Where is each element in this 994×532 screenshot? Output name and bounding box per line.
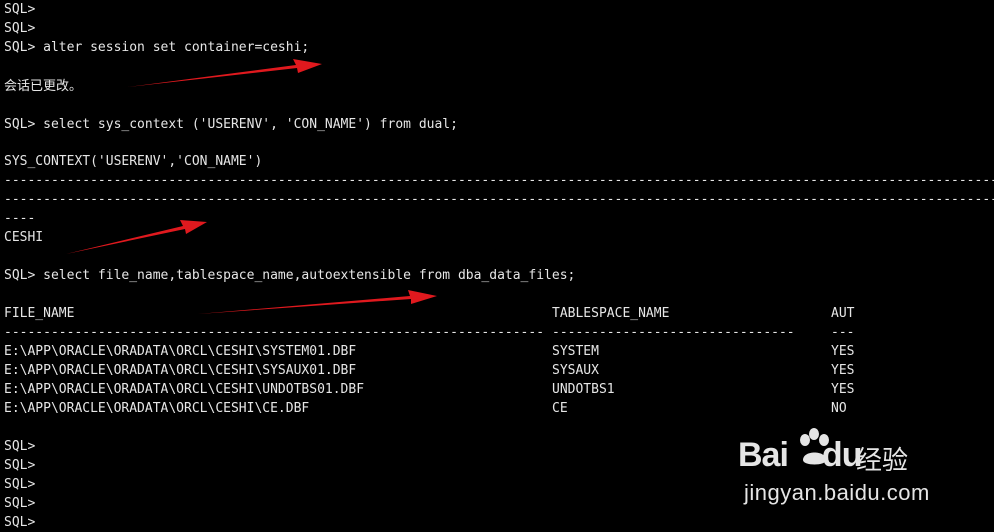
- column-header-file-name: FILE_NAME: [4, 306, 75, 321]
- sys-context-separator: ----------------------------------------…: [4, 173, 994, 188]
- sql-prompt: SQL>: [4, 21, 36, 36]
- cell-aut: NO: [831, 401, 847, 416]
- dba-data-files-command: SQL> select file_name,tablespace_name,au…: [4, 268, 576, 283]
- cell-file-name: E:\APP\ORACLE\ORADATA\ORCL\CESHI\SYSTEM0…: [4, 344, 357, 359]
- separator-file-name: ----------------------------------------…: [4, 325, 544, 340]
- separator-tablespace-name: -------------------------------: [552, 325, 795, 340]
- cell-tablespace-name: SYSTEM: [552, 344, 599, 359]
- cell-file-name: E:\APP\ORACLE\ORADATA\ORCL\CESHI\CE.DBF: [4, 401, 310, 416]
- sys-context-header: SYS_CONTEXT('USERENV','CON_NAME'): [4, 154, 263, 169]
- sys-context-separator: ----------------------------------------…: [4, 192, 994, 207]
- cell-aut: YES: [831, 344, 855, 359]
- sql-prompt: SQL>: [4, 496, 36, 511]
- table-row: E:\APP\ORACLE\ORADATA\ORCL\CESHI\CE.DBF …: [4, 399, 904, 418]
- cell-file-name: E:\APP\ORACLE\ORADATA\ORCL\CESHI\SYSAUX0…: [4, 363, 357, 378]
- alter-session-command: SQL> alter session set container=ceshi;: [4, 40, 310, 55]
- cell-aut: YES: [831, 363, 855, 378]
- alter-session-result: 会话已更改。: [4, 79, 83, 94]
- baidu-paw-icon: [800, 428, 829, 465]
- watermark-cn-text: 经验: [856, 445, 909, 475]
- sys-context-separator: ----: [4, 211, 36, 226]
- table-row: E:\APP\ORACLE\ORADATA\ORCL\CESHI\UNDOTBS…: [4, 380, 904, 399]
- cell-tablespace-name: SYSAUX: [552, 363, 599, 378]
- result-table-header: FILE_NAME TABLESPACE_NAME AUT: [4, 304, 904, 323]
- cell-tablespace-name: UNDOTBS1: [552, 382, 615, 397]
- sql-prompt[interactable]: SQL>: [4, 513, 35, 532]
- baidu-jingyan-watermark: Bai du 经验 jingyan.baidu.com: [738, 428, 938, 510]
- sql-prompt: SQL>: [4, 2, 36, 17]
- column-header-tablespace-name: TABLESPACE_NAME: [552, 306, 670, 321]
- table-row: E:\APP\ORACLE\ORADATA\ORCL\CESHI\SYSAUX0…: [4, 361, 904, 380]
- cell-tablespace-name: CE: [552, 401, 568, 416]
- sys-context-command: SQL> select sys_context ('USERENV', 'CON…: [4, 117, 458, 132]
- watermark-url: jingyan.baidu.com: [744, 480, 930, 505]
- sql-prompt: SQL>: [4, 477, 36, 492]
- cell-aut: YES: [831, 382, 855, 397]
- separator-aut: ---: [831, 325, 855, 340]
- cell-file-name: E:\APP\ORACLE\ORADATA\ORCL\CESHI\UNDOTBS…: [4, 382, 365, 397]
- table-row: E:\APP\ORACLE\ORADATA\ORCL\CESHI\SYSTEM0…: [4, 342, 904, 361]
- sql-prompt: SQL>: [4, 458, 36, 473]
- sql-prompt: SQL>: [4, 439, 36, 454]
- sys-context-value: CESHI: [4, 230, 44, 245]
- result-table-separator: ----------------------------------------…: [4, 323, 904, 342]
- column-header-aut: AUT: [831, 306, 855, 321]
